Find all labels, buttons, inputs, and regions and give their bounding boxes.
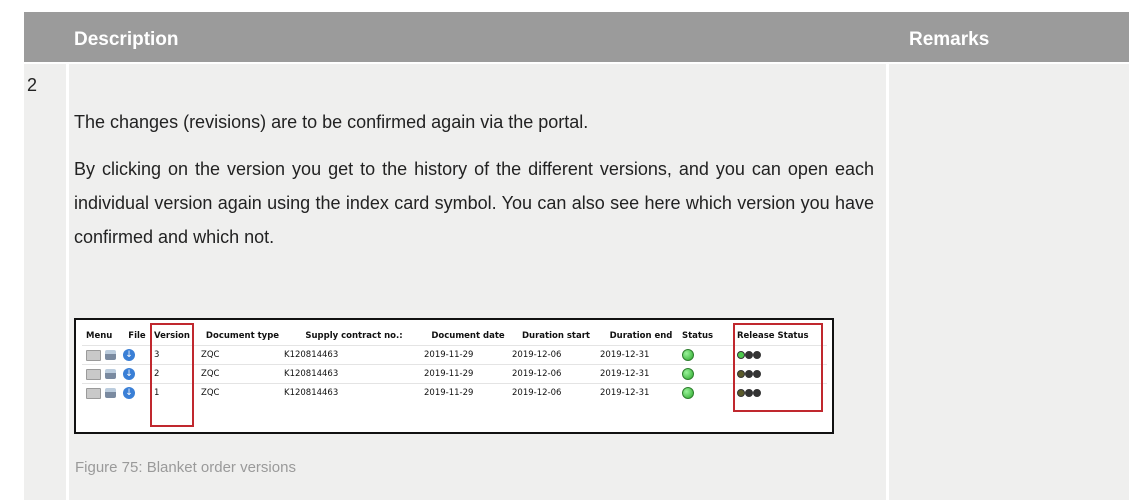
print-icon[interactable]	[105, 388, 116, 398]
status-green-icon	[682, 368, 694, 380]
version-highlight-box	[150, 323, 194, 427]
remarks-header: Remarks	[909, 29, 990, 50]
folder-icon[interactable]	[86, 368, 101, 380]
download-icon[interactable]: ↓	[123, 368, 135, 380]
column-header-status: Status	[682, 330, 714, 341]
document-type-cell: ZQC	[201, 383, 284, 402]
column-header-duration-end: Duration end	[609, 330, 673, 341]
duration-start-cell: 2019-12-06	[512, 345, 600, 365]
column-header-document-date: Document date	[431, 330, 505, 341]
print-icon[interactable]	[105, 350, 116, 360]
figure-caption: Figure 75: Blanket order versions	[75, 459, 296, 476]
document-date-cell: 2019-11-29	[424, 383, 512, 402]
supply-contract-cell: K120814463	[284, 383, 424, 402]
duration-end-cell: 2019-12-31	[600, 364, 682, 384]
folder-icon[interactable]	[86, 387, 101, 399]
print-icon[interactable]	[105, 369, 116, 379]
column-header-supply-contract: Supply contract no.:	[305, 330, 403, 341]
document-date-cell: 2019-11-29	[424, 364, 512, 384]
menu-cell	[82, 345, 123, 365]
duration-end-cell: 2019-12-31	[600, 345, 682, 365]
supply-contract-cell: K120814463	[284, 345, 424, 365]
status-green-icon	[682, 349, 694, 361]
menu-cell	[82, 364, 123, 384]
status-cell	[682, 345, 727, 365]
duration-start-cell: 2019-12-06	[512, 364, 600, 384]
row-number: 2	[27, 75, 38, 95]
description-header: Description	[74, 29, 179, 50]
column-divider	[886, 64, 889, 500]
status-green-icon	[682, 387, 694, 399]
column-header-duration-start: Duration start	[522, 330, 590, 341]
column-header-file: File	[128, 330, 146, 341]
supply-contract-cell: K120814463	[284, 364, 424, 384]
column-divider	[66, 64, 69, 500]
document-table: Description Remarks 2 The changes (revis…	[0, 0, 1129, 500]
release-status-highlight-box	[733, 323, 823, 412]
file-cell: ↓	[123, 364, 151, 384]
paragraph-version-history: By clicking on the version you get to th…	[74, 159, 874, 247]
menu-cell	[82, 383, 123, 402]
document-type-cell: ZQC	[201, 345, 284, 365]
file-cell: ↓	[123, 383, 151, 402]
duration-end-cell: 2019-12-31	[600, 383, 682, 402]
document-date-cell: 2019-11-29	[424, 345, 512, 365]
download-icon[interactable]: ↓	[123, 387, 135, 399]
table-header-row: Description Remarks	[24, 12, 1129, 62]
status-cell	[682, 364, 727, 384]
status-cell	[682, 383, 727, 402]
download-icon[interactable]: ↓	[123, 349, 135, 361]
paragraph-confirm-changes: The changes (revisions) are to be confir…	[74, 112, 589, 132]
document-type-cell: ZQC	[201, 364, 284, 384]
folder-icon[interactable]	[86, 349, 101, 361]
column-header-menu: Menu	[86, 330, 113, 341]
duration-start-cell: 2019-12-06	[512, 383, 600, 402]
file-cell: ↓	[123, 345, 151, 365]
column-header-document-type: Document type	[205, 330, 280, 341]
